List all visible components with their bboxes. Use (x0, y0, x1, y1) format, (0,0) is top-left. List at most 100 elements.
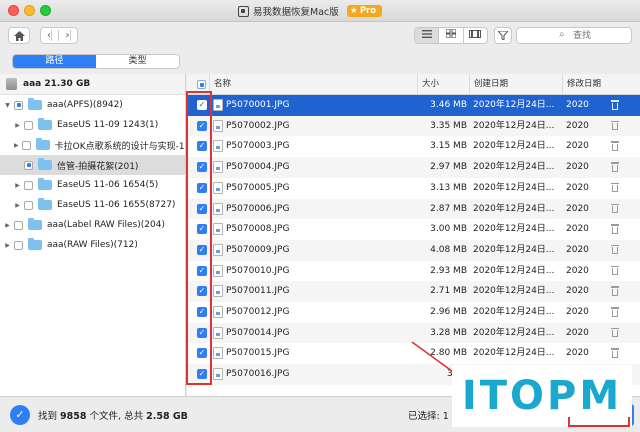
grid-view-button[interactable] (439, 28, 464, 43)
title-bar: 易我数据恢复Mac版 ★ Pro (0, 0, 640, 22)
folder-icon (28, 98, 42, 110)
tree-node-raw[interactable]: ▶ aaa(RAW Files)(712) (0, 235, 185, 255)
table-row[interactable]: ✓ P5070011.JPG 2.71 MB 2020年12月24日... 20… (187, 281, 640, 302)
close-window-button[interactable] (8, 5, 19, 16)
trash-icon[interactable] (611, 203, 619, 214)
disclosure-collapsed-icon[interactable]: ▶ (4, 222, 11, 229)
table-row[interactable]: ✓ P5070005.JPG 3.13 MB 2020年12月24日... 20… (187, 178, 640, 199)
table-row[interactable]: ✓ P5070002.JPG 3.35 MB 2020年12月24日... 20… (187, 115, 640, 137)
file-modified: 2020 (566, 141, 589, 152)
file-modified: 2020 (566, 162, 589, 173)
image-file-icon (213, 99, 223, 111)
disclosure-collapsed-icon[interactable]: ▶ (4, 242, 11, 249)
trash-icon[interactable] (611, 327, 619, 338)
trash-icon[interactable] (611, 182, 619, 193)
file-modified: 2020 (566, 348, 589, 359)
trash-icon[interactable] (611, 286, 619, 296)
trash-icon[interactable] (611, 141, 619, 151)
file-name: P5070012.JPG (226, 307, 290, 317)
disclosure-collapsed-icon[interactable]: ▶ (14, 182, 21, 189)
tree-node-label: EaseUS 11-06 1655(8727) (57, 200, 176, 210)
image-file-icon (213, 285, 223, 298)
image-file-icon (213, 140, 223, 153)
tree-node-aaa-apfs[interactable]: ▼ aaa(APFS)(8942) (0, 95, 185, 115)
tree-checkbox[interactable] (24, 200, 33, 210)
tree-checkbox[interactable] (24, 160, 33, 170)
disclosure-collapsed-icon[interactable]: ▶ (14, 122, 21, 129)
drive-root[interactable]: aaa 21.30 GB (0, 74, 185, 95)
toolbar: ‹ › ⌕ (0, 22, 640, 50)
search-input[interactable] (573, 29, 629, 42)
tree-checkbox[interactable] (14, 220, 23, 230)
folder-icon (38, 158, 52, 170)
trash-icon[interactable] (611, 224, 619, 234)
found-prefix: 找到 (38, 411, 58, 422)
file-name: P5070003.JPG (226, 141, 290, 152)
tree-node-easeus-1243[interactable]: ▶ EaseUS 11-09 1243(1) (0, 115, 185, 135)
trash-icon[interactable] (611, 244, 619, 255)
column-header-created[interactable]: 创建日期 (469, 74, 562, 95)
image-file-icon (213, 202, 223, 215)
tree-node-label-raw[interactable]: ▶ aaa(Label RAW Files)(204) (0, 215, 185, 235)
image-file-icon (213, 306, 223, 318)
trash-icon[interactable] (611, 307, 619, 317)
trash-icon[interactable] (611, 348, 619, 358)
disclosure-collapsed-icon[interactable]: ▶ (14, 142, 19, 149)
file-modified: 2020 (566, 182, 589, 193)
trash-icon[interactable] (611, 120, 619, 131)
watermark-text: ITOPM (461, 373, 623, 419)
column-header-name[interactable]: 名称 (209, 74, 417, 95)
search-icon: ⌕ (559, 29, 565, 40)
maximize-window-button[interactable] (40, 5, 51, 16)
table-row[interactable]: ✓ P5070004.JPG 2.97 MB 2020年12月24日... 20… (187, 157, 640, 178)
tree-node-easeus-1655[interactable]: ▶ EaseUS 11-06 1655(8727) (0, 195, 185, 215)
column-header-modified[interactable]: 修改日期 (562, 74, 640, 95)
pro-badge-label: Pro (359, 6, 377, 16)
filter-button[interactable] (494, 27, 512, 44)
table-row[interactable]: ✓ P5070008.JPG 3.00 MB 2020年12月24日... 20… (187, 219, 640, 240)
file-created: 2020年12月24日... (473, 265, 555, 276)
table-row[interactable]: ✓ P5070001.JPG 3.46 MB 2020年12月24日... 20… (187, 95, 640, 116)
tab-path[interactable]: 路径 (13, 55, 96, 68)
back-button[interactable]: ‹ (41, 30, 60, 41)
disclosure-collapsed-icon[interactable]: ▶ (14, 202, 21, 209)
table-row[interactable]: ✓ P5070006.JPG 2.87 MB 2020年12月24日... 20… (187, 198, 640, 220)
tab-type[interactable]: 类型 (96, 55, 179, 68)
file-created: 2020年12月24日... (473, 224, 555, 235)
file-created: 2020年12月24日... (473, 203, 555, 214)
trash-icon[interactable] (611, 265, 619, 276)
grid-view-icon (445, 28, 457, 39)
table-row[interactable]: ✓ P5070012.JPG 2.96 MB 2020年12月24日... 20… (187, 302, 640, 323)
filmstrip-view-button[interactable] (464, 28, 487, 43)
tree-node-easeus-1654[interactable]: ▶ EaseUS 11-06 1654(5) (0, 175, 185, 195)
tree-checkbox[interactable] (24, 120, 33, 130)
folder-icon (38, 198, 52, 210)
forward-button[interactable]: › (59, 30, 77, 41)
disclosure-expanded-icon[interactable]: ▼ (4, 102, 11, 109)
selected-count: 已选择: 1 (408, 411, 449, 422)
file-created: 2020年12月24日... (473, 120, 555, 131)
tree-node-karaoke[interactable]: ▶ 卡拉OK点歌系统的设计与实现-141 (0, 135, 185, 155)
minimize-window-button[interactable] (24, 5, 35, 16)
table-row[interactable]: ✓ P5070003.JPG 3.15 MB 2020年12月24日... 20… (187, 136, 640, 157)
table-row[interactable]: ✓ P5070010.JPG 2.93 MB 2020年12月24日... 20… (187, 261, 640, 282)
list-view-button[interactable] (415, 28, 440, 43)
table-row[interactable]: ✓ P5070009.JPG 4.08 MB 2020年12月24日... 20… (187, 239, 640, 261)
trash-icon[interactable] (611, 162, 619, 172)
column-header-size[interactable]: 大小 (417, 74, 469, 95)
tree-checkbox[interactable] (24, 180, 33, 190)
file-name: P5070006.JPG (226, 203, 290, 214)
select-all-checkbox[interactable] (197, 80, 206, 89)
home-button[interactable] (8, 27, 30, 44)
file-created: 2020年12月24日... (473, 244, 555, 255)
tree-checkbox[interactable] (21, 140, 31, 150)
annotation-highlight-checkboxes (186, 91, 212, 385)
trash-icon[interactable] (611, 100, 619, 110)
pro-badge[interactable]: ★ Pro (346, 5, 383, 17)
file-modified: 2020 (566, 100, 589, 110)
tree-node-xinguan[interactable]: 信管-拍摄花絮(201) (0, 155, 185, 175)
found-middle: 个文件, 总共 (89, 411, 144, 422)
chevron-right-icon: › (65, 30, 71, 41)
tree-checkbox[interactable] (14, 240, 23, 250)
tree-checkbox[interactable] (14, 100, 23, 110)
